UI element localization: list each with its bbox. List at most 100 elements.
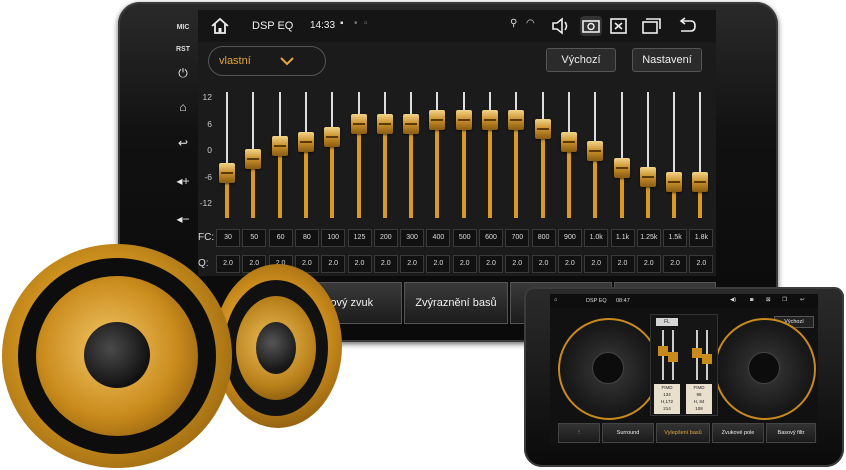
device2-tab-bass-boost[interactable]: Vylepšení basů [656, 423, 710, 443]
slider-knob[interactable] [666, 171, 683, 192]
fc-cell[interactable]: 1.25k [636, 229, 661, 247]
slider-knob[interactable] [613, 158, 630, 179]
slider-knob[interactable] [587, 140, 604, 161]
q-cell[interactable]: 2.0 [505, 255, 530, 273]
recent-apps-icon[interactable] [640, 16, 662, 36]
fc-cell[interactable]: 500 [452, 229, 477, 247]
fc-cell[interactable]: 125 [347, 229, 372, 247]
eq-slider[interactable] [216, 92, 238, 218]
fc-cell[interactable]: 1.8k [689, 229, 714, 247]
q-cell[interactable]: 2.0 [400, 255, 425, 273]
eq-slider[interactable] [584, 92, 606, 218]
fc-cell[interactable]: 50 [242, 229, 267, 247]
screenshot-icon[interactable] [580, 16, 602, 36]
eq-slider[interactable] [558, 92, 580, 218]
slider-knob[interactable] [403, 114, 420, 135]
slider-knob[interactable] [482, 109, 498, 130]
fc-cell[interactable]: 60 [268, 229, 293, 247]
q-cell[interactable]: 2.0 [479, 255, 503, 273]
fc-cell[interactable]: 800 [531, 229, 556, 247]
device2-home-icon[interactable]: ⌂ [554, 297, 557, 303]
default-button[interactable]: Výchozí [546, 48, 616, 72]
close-app-icon[interactable] [608, 16, 630, 36]
fc-cell[interactable]: 30 [216, 229, 240, 247]
fc-cell[interactable]: 700 [505, 229, 530, 247]
slider-knob[interactable] [219, 162, 235, 183]
slider-knob[interactable] [271, 136, 288, 157]
fc-cell[interactable]: 1.5k [663, 229, 688, 247]
q-cell[interactable]: 2.0 [426, 255, 451, 273]
back-icon[interactable] [676, 16, 698, 36]
fc-cell[interactable]: 300 [400, 229, 425, 247]
eq-slider[interactable] [479, 92, 501, 218]
home-side-icon[interactable]: ⌂ [175, 100, 191, 114]
eq-slider[interactable] [453, 92, 475, 218]
q-cell[interactable]: 2.0 [531, 255, 556, 273]
slider-knob[interactable] [560, 131, 577, 152]
slider-knob[interactable] [350, 114, 367, 135]
device2-tab-bass-filter[interactable]: Basový filtr [766, 423, 816, 443]
volume-down-icon[interactable]: ◂− [175, 212, 191, 226]
slider-knob[interactable] [534, 118, 551, 139]
slider-knob[interactable] [297, 131, 314, 152]
fc-cell[interactable]: 1.0k [584, 229, 609, 247]
q-cell[interactable]: 2.0 [347, 255, 372, 273]
back-side-icon[interactable]: ↩ [175, 136, 191, 150]
volume-up-icon[interactable]: ◂+ [175, 174, 191, 188]
device2-slider-3-knob[interactable] [692, 348, 702, 358]
q-cell[interactable]: 2.0 [636, 255, 661, 273]
eq-slider[interactable] [374, 92, 396, 218]
slider-knob[interactable] [692, 171, 709, 192]
device2-volume-icon[interactable]: ◀) [730, 297, 736, 303]
home-icon[interactable] [210, 16, 230, 36]
volume-icon[interactable] [550, 16, 572, 36]
q-cell[interactable]: 2.0 [557, 255, 582, 273]
eq-slider[interactable] [400, 92, 422, 218]
slider-knob[interactable] [639, 167, 656, 188]
slider-knob[interactable] [324, 127, 341, 148]
q-cell[interactable]: 2.0 [610, 255, 635, 273]
eq-slider[interactable] [242, 92, 264, 218]
eq-slider[interactable] [269, 92, 291, 218]
power-icon[interactable]: ⏻ [175, 66, 191, 80]
slider-knob[interactable] [429, 109, 446, 130]
device2-slider-2-knob[interactable] [668, 352, 678, 362]
slider-knob[interactable] [455, 109, 472, 130]
eq-slider[interactable] [689, 92, 711, 218]
device2-recent-icon[interactable]: ❐ [782, 297, 787, 303]
slider-knob[interactable] [508, 109, 525, 130]
eq-slider[interactable] [426, 92, 448, 218]
eq-slider[interactable] [663, 92, 685, 218]
fc-cell[interactable]: 100 [321, 229, 346, 247]
q-cell[interactable]: 2.0 [689, 255, 714, 273]
preset-dropdown[interactable]: vlastní [208, 46, 326, 76]
eq-slider[interactable] [637, 92, 659, 218]
device2-close-icon[interactable]: ⊠ [766, 297, 771, 303]
device2-slider-4-knob[interactable] [702, 354, 712, 364]
q-cell[interactable]: 2.0 [452, 255, 477, 273]
eq-slider[interactable] [505, 92, 527, 218]
device2-slider-1-knob[interactable] [658, 346, 668, 356]
eq-slider[interactable] [321, 92, 343, 218]
fc-cell[interactable]: 400 [426, 229, 451, 247]
eq-slider[interactable] [348, 92, 370, 218]
fc-cell[interactable]: 1.1k [610, 229, 635, 247]
q-cell[interactable]: 2.0 [216, 255, 240, 273]
device2-tab-sound-field[interactable]: Zvukové pole [712, 423, 764, 443]
eq-slider[interactable] [532, 92, 554, 218]
q-cell[interactable]: 2.0 [584, 255, 609, 273]
fc-cell[interactable]: 600 [479, 229, 503, 247]
device2-tab-surround[interactable]: Surround [602, 423, 654, 443]
q-cell[interactable]: 2.0 [663, 255, 688, 273]
slider-knob[interactable] [376, 114, 393, 135]
eq-slider[interactable] [611, 92, 633, 218]
eq-slider[interactable] [295, 92, 317, 218]
q-cell[interactable]: 2.0 [321, 255, 346, 273]
fc-cell[interactable]: 900 [557, 229, 582, 247]
fc-cell[interactable]: 200 [373, 229, 398, 247]
slider-knob[interactable] [245, 149, 262, 170]
fc-cell[interactable]: 80 [294, 229, 319, 247]
device2-tab-eq[interactable]: ⫶ [558, 423, 600, 443]
tab-bass-boost[interactable]: Zvýraznění basů [404, 282, 508, 324]
device2-screenshot-icon[interactable]: ◙ [750, 297, 753, 303]
